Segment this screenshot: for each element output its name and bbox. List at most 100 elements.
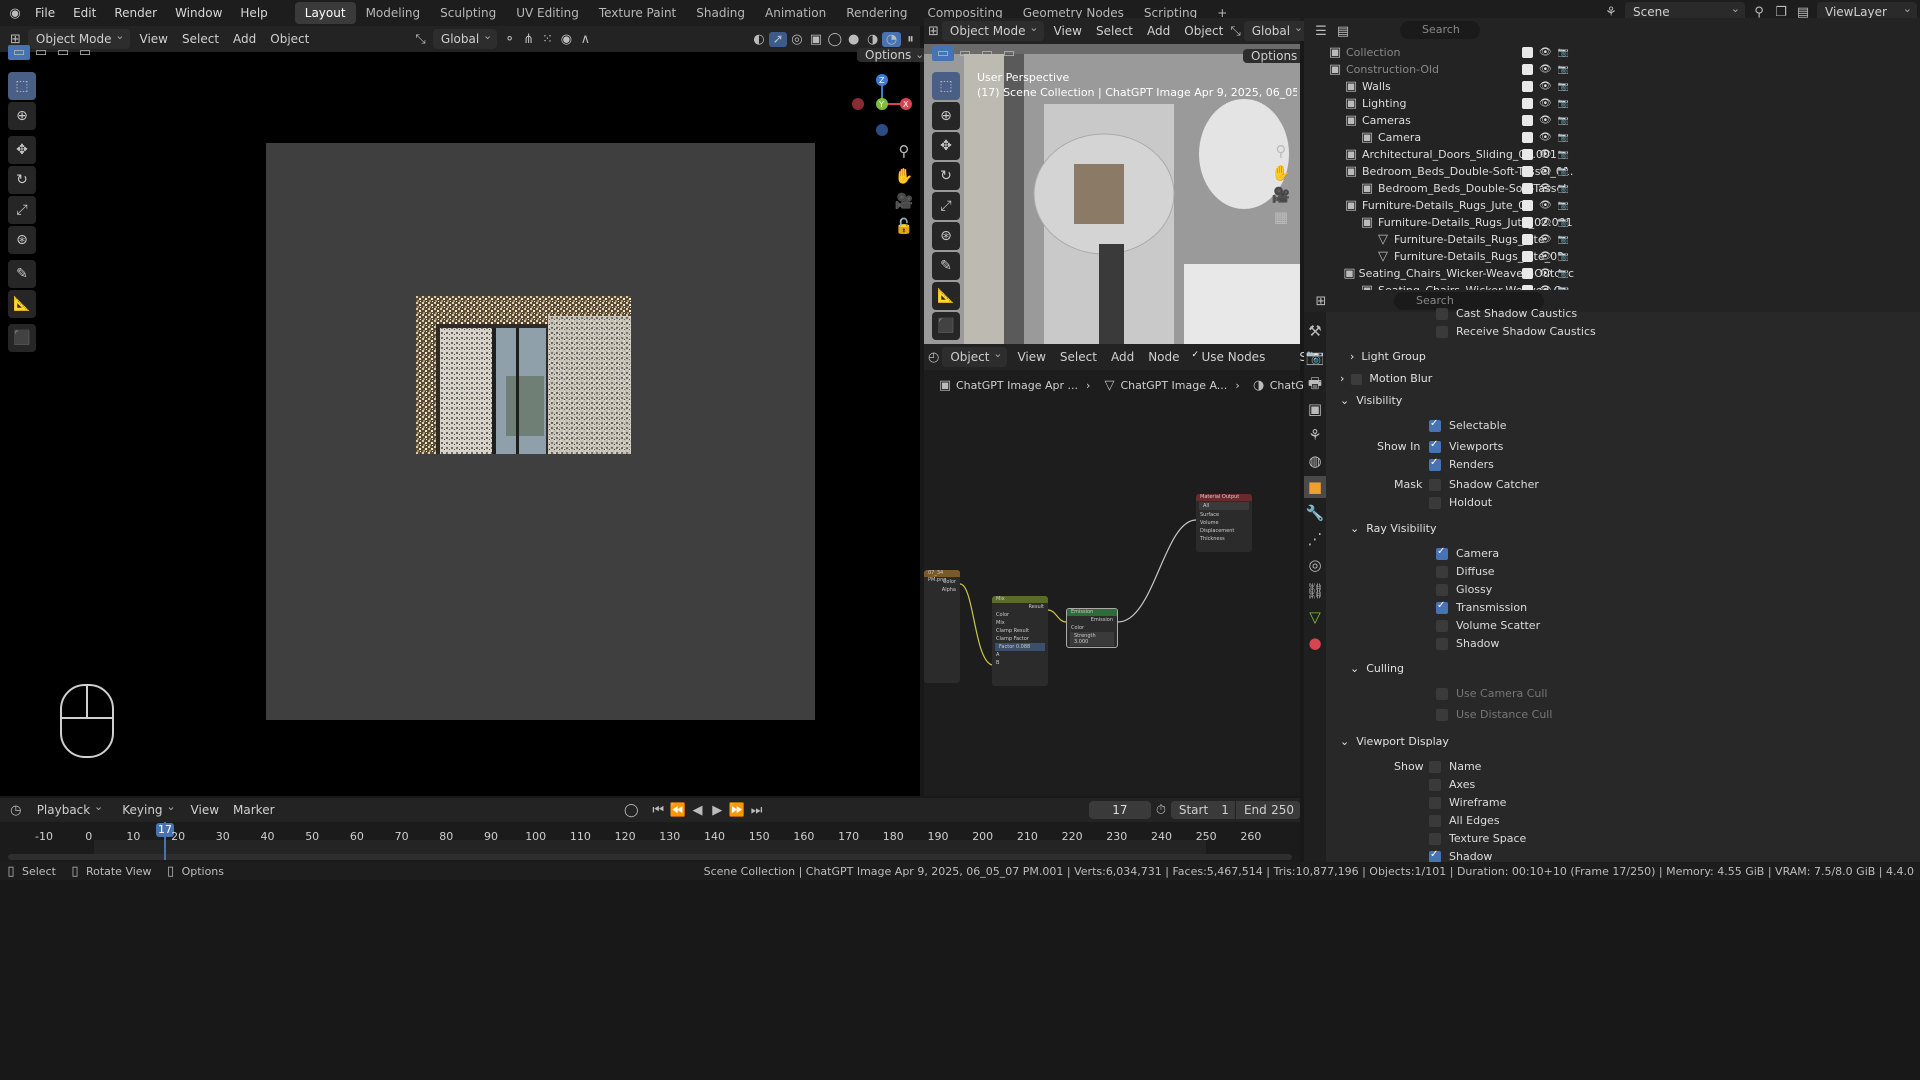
hide-eye-icon[interactable]: 👁 (1539, 132, 1552, 143)
use-camera-cull-row[interactable]: Use Camera Cull (1436, 687, 1547, 700)
use-distance-cull-checkbox[interactable] (1436, 708, 1448, 721)
ray-visibility-row[interactable]: Transmission (1436, 600, 1527, 614)
scale-tool[interactable]: ⤢ (8, 196, 36, 224)
right-menu-view[interactable]: View (1047, 20, 1089, 42)
viewport-display-checkbox[interactable] (1429, 814, 1441, 827)
node-editor-type-icon[interactable]: ◴ (928, 350, 939, 365)
shading-solid-icon[interactable]: ● (844, 32, 863, 47)
shadow-catcher-checkbox[interactable] (1429, 478, 1441, 491)
select-extend-icon[interactable]: ▭ (30, 45, 52, 60)
receive-shadow-caustics-checkbox[interactable] (1436, 325, 1448, 338)
mix-row-clamp-result[interactable]: Clamp Result (992, 627, 1048, 635)
play-icon[interactable]: ▶ (707, 803, 727, 818)
right-cursor-tool[interactable]: ⊕ (932, 102, 960, 130)
zoom-icon[interactable]: ⚲ (893, 140, 915, 162)
outliner-row[interactable]: ▣ Walls 👁 📷 (1304, 78, 1574, 95)
shader-type-selector[interactable]: Object (942, 344, 1008, 367)
menu-file[interactable]: File (26, 0, 64, 26)
outliner-search-input[interactable]: Search (1400, 21, 1480, 39)
editor-type-icon[interactable]: ⊞ (928, 24, 939, 39)
options-dropdown[interactable]: Options (857, 48, 930, 62)
left-viewport[interactable]: ▭ ▭ ▭ ▭ Options ⬚ ⊕ ✥ ↻ ⤢ ⊛ ✎ 📐 ⬛ Z X Y (0, 45, 930, 796)
menu-select[interactable]: Select (175, 28, 226, 50)
play-reverse-icon[interactable]: ◀ (688, 803, 708, 818)
tool-tab-icon[interactable]: ⚒ (1304, 320, 1326, 342)
cast-shadow-caustics-checkbox[interactable] (1436, 307, 1448, 320)
constraints-tab-icon[interactable]: ⛓ (1304, 580, 1326, 602)
marker-menu[interactable]: Marker (226, 799, 281, 821)
mix-row-factor[interactable]: Factor 0.088 (995, 643, 1045, 651)
select-new-icon[interactable]: ▭ (8, 45, 30, 60)
culling-panel[interactable]: ⌄ Culling (1350, 662, 1404, 675)
hide-eye-icon[interactable]: 👁 (1539, 268, 1552, 279)
snap-icon[interactable]: ⋔ (519, 32, 538, 47)
mix-row-color[interactable]: Color (992, 611, 1048, 619)
hide-eye-icon[interactable]: 👁 (1539, 234, 1552, 245)
falloff-icon[interactable]: ∧ (576, 32, 595, 47)
ray-visibility-row[interactable]: Diffuse (1436, 565, 1495, 578)
outliner-row[interactable]: ▣ Furniture-Details_Rugs_Jute_02 👁 📷 (1304, 197, 1574, 214)
output-row-target[interactable]: All (1199, 502, 1249, 510)
timeline-area[interactable]: 17 (0, 822, 1300, 862)
exclude-checkbox[interactable] (1522, 132, 1533, 143)
outliner-row[interactable]: ▣ Lighting 👁 📷 (1304, 95, 1574, 112)
viewport-display-checkbox[interactable] (1429, 778, 1441, 791)
move-tool[interactable]: ✥ (8, 136, 36, 164)
hide-eye-icon[interactable]: 👁 (1539, 149, 1552, 160)
outliner-row[interactable]: ▣ Seating_Chairs_Wicker-Weaved-Outdoc 👁 📷 (1304, 265, 1574, 282)
right-scale-tool[interactable]: ⤢ (932, 192, 960, 220)
ray-visibility-checkbox[interactable] (1436, 619, 1448, 632)
right-select-extend-icon[interactable]: ▭ (954, 46, 976, 61)
exclude-checkbox[interactable] (1522, 149, 1533, 160)
modifier-tab-icon[interactable]: 🔧 (1304, 502, 1326, 524)
render-camera-icon[interactable]: 📷 (1558, 99, 1569, 109)
right-menu-add[interactable]: Add (1140, 20, 1177, 42)
object-tab-icon[interactable]: ■ (1304, 476, 1326, 498)
node-editor[interactable]: ▣ ChatGPT Image Apr ... › ▽ ChatGPT Imag… (924, 370, 1369, 796)
navigation-gizmo[interactable]: Z X Y (848, 72, 912, 136)
emission-row-strength[interactable]: Strength 3.000 (1070, 632, 1114, 646)
renders-checkbox[interactable] (1429, 457, 1441, 471)
ray-visibility-row[interactable]: Volume Scatter (1436, 619, 1540, 632)
current-frame-field[interactable]: 17 (1088, 801, 1152, 819)
shading-wireframe-icon[interactable]: ◯ (825, 32, 844, 47)
playback-menu[interactable]: Playback (29, 797, 109, 820)
exclude-checkbox[interactable] (1522, 183, 1533, 194)
right-select-box-tool[interactable]: ⬚ (932, 72, 960, 100)
properties-type-icon[interactable]: ⊞ (1310, 294, 1332, 309)
particles-tab-icon[interactable]: ⋰ (1304, 528, 1326, 550)
exclude-checkbox[interactable] (1522, 217, 1533, 228)
cast-shadow-caustics-row[interactable]: Cast Shadow Caustics (1436, 307, 1577, 320)
select-box-tool[interactable]: ⬚ (8, 72, 36, 100)
renders-row[interactable]: Renders (1429, 457, 1494, 471)
jump-keyframe-forward-icon[interactable]: ⏩ (727, 803, 747, 818)
exclude-checkbox[interactable] (1522, 166, 1533, 177)
outliner-row[interactable]: ▣ Collection 👁 📷 (1304, 44, 1574, 61)
proportional-edit-icon[interactable]: ◉ (557, 32, 576, 47)
physics-tab-icon[interactable]: ◎ (1304, 554, 1326, 576)
right-options-dropdown[interactable]: Options (1243, 49, 1300, 63)
blender-logo-icon[interactable]: ◉ (4, 6, 26, 21)
pan-hand-icon[interactable]: ✋ (893, 165, 915, 187)
hide-eye-icon[interactable]: 👁 (1539, 200, 1552, 211)
exclude-checkbox[interactable] (1522, 98, 1533, 109)
node-menu-add[interactable]: Add (1104, 346, 1141, 368)
viewport-display-row[interactable]: Texture Space (1429, 832, 1526, 845)
node-menu-node[interactable]: Node (1141, 346, 1186, 368)
right-transform-tool[interactable]: ⊛ (932, 222, 960, 250)
menu-object[interactable]: Object (263, 28, 316, 50)
timeline-view-menu[interactable]: View (184, 799, 226, 821)
tab-animation[interactable]: Animation (755, 2, 836, 24)
right-grid-icon[interactable]: ▦ (1270, 206, 1292, 228)
outliner-row[interactable]: ▣ Construction-Old 👁 📷 (1304, 61, 1574, 78)
scene-tab-icon[interactable]: ⚘ (1304, 424, 1326, 446)
ray-visibility-row[interactable]: Glossy (1436, 583, 1492, 596)
exclude-checkbox[interactable] (1522, 251, 1533, 262)
right-camera-view-icon[interactable]: 🎥 (1270, 184, 1292, 206)
ray-visibility-row[interactable]: Shadow (1436, 637, 1499, 650)
hide-eye-icon[interactable]: 👁 (1539, 251, 1552, 262)
visibility-icon[interactable]: ◐ (750, 32, 769, 47)
viewport-display-row[interactable]: All Edges (1429, 814, 1500, 827)
outliner-row[interactable]: ▽ Furniture-Details_Rugs_Jute 👁 📷 (1304, 231, 1574, 248)
select-subtract-icon[interactable]: ▭ (52, 45, 74, 60)
